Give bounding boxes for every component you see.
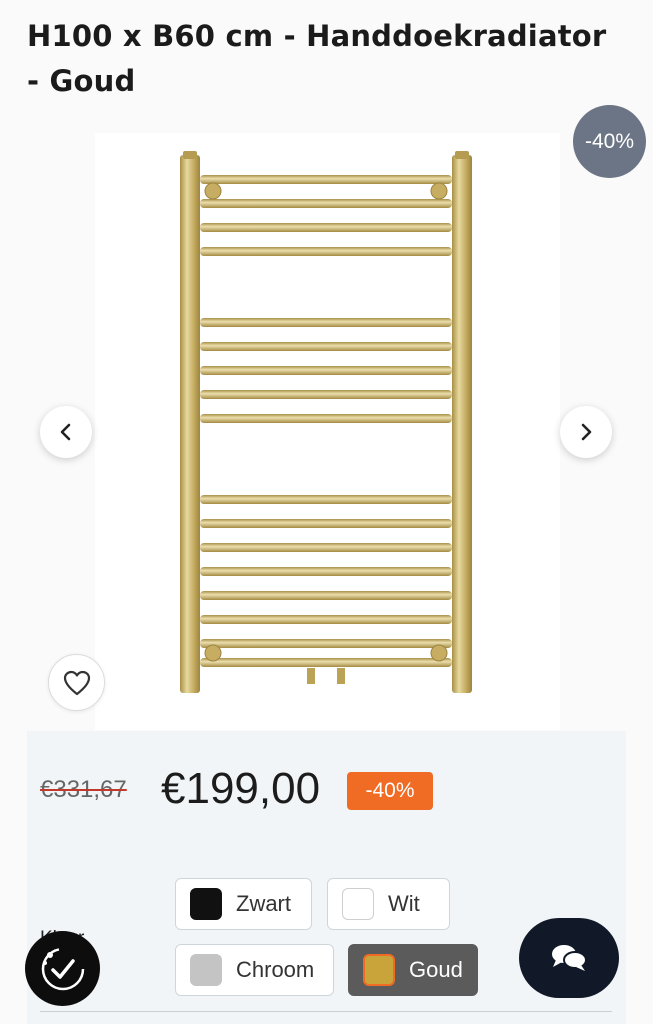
swatch-chip [190, 888, 222, 920]
radiator-bar [200, 591, 452, 600]
radiator-bar [200, 567, 452, 576]
gallery-next-button[interactable] [560, 406, 612, 458]
radiator-bar [200, 615, 452, 624]
heart-icon [63, 670, 90, 695]
color-option-chroom[interactable]: Chroom [175, 944, 334, 996]
favorite-button[interactable] [48, 654, 105, 711]
radiator-bar [200, 414, 452, 423]
radiator-bar [200, 223, 452, 232]
radiator-bar [200, 543, 452, 552]
color-option-goud[interactable]: Goud [348, 944, 478, 996]
color-option-wit[interactable]: Wit [327, 878, 450, 930]
swatch-chip [342, 888, 374, 920]
radiator-bar [200, 519, 452, 528]
sale-price: €199,00 [161, 764, 321, 813]
divider [40, 1011, 612, 1012]
radiator-bar [200, 199, 452, 208]
color-option-label: Wit [388, 891, 420, 916]
radiator-bar [200, 390, 452, 399]
swatch-chip [363, 954, 395, 986]
chat-bubbles-icon [552, 945, 587, 971]
radiator-image [180, 151, 472, 693]
product-image-gallery[interactable] [95, 133, 560, 730]
chevron-right-icon [581, 423, 592, 441]
product-page: H100 x B60 cm - Handdoekradiator - Goud [0, 0, 653, 1024]
radiator-bar [200, 639, 452, 648]
color-option-zwart[interactable]: Zwart [175, 878, 312, 930]
chevron-left-icon [60, 423, 71, 441]
discount-badge: -40% [573, 105, 646, 178]
radiator-bar [200, 495, 452, 504]
color-option-label: Zwart [236, 891, 291, 916]
radiator-bar [200, 175, 452, 184]
radiator-bar [200, 318, 452, 327]
color-option-label: Chroom [236, 957, 315, 982]
swatch-chip [190, 954, 222, 986]
gallery-prev-button[interactable] [40, 406, 92, 458]
original-price: €331,67 [40, 776, 127, 803]
chat-button[interactable] [519, 918, 619, 998]
product-title: H100 x B60 cm - Handdoekradiator - Goud [27, 19, 607, 98]
price-discount-badge: -40% [347, 772, 433, 810]
color-option-label: Goud [409, 957, 463, 982]
radiator-bar [200, 342, 452, 351]
radiator-bar [200, 658, 452, 667]
verified-check-icon [41, 947, 84, 990]
reviews-badge[interactable] [25, 931, 100, 1006]
radiator-bar [200, 366, 452, 375]
radiator-bar [200, 247, 452, 256]
